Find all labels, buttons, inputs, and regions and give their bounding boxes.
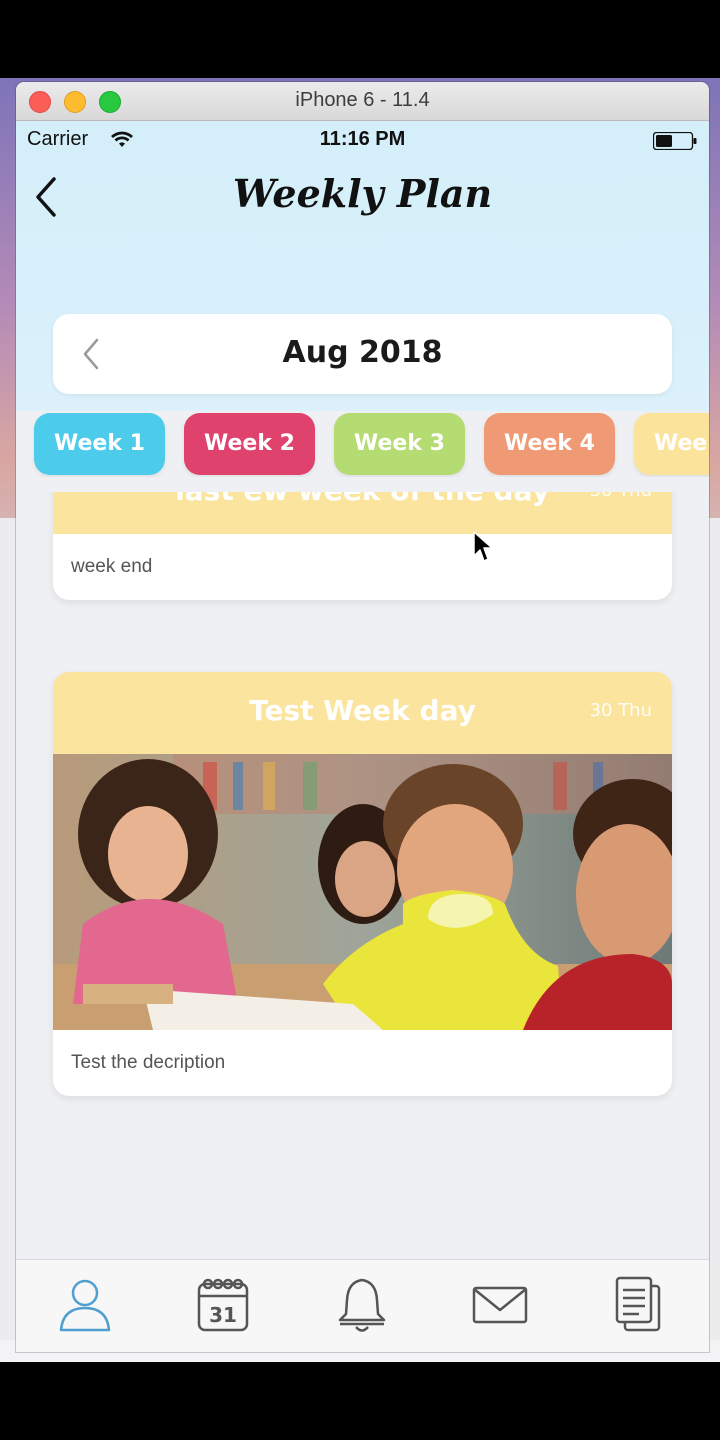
tab-week-2[interactable]: Week 2 <box>184 413 315 475</box>
status-bar: Carrier 11:16 PM <box>16 121 709 159</box>
plan-card[interactable]: last ew week of the day 30 Thu week end <box>53 492 672 600</box>
battery-icon <box>653 132 697 150</box>
tab-bar: 31 <box>16 1259 709 1352</box>
week-label: Week 4 <box>504 431 595 456</box>
calendar-day: 31 <box>209 1303 237 1327</box>
documents-icon[interactable] <box>609 1274 669 1334</box>
tab-week-4[interactable]: Week 4 <box>484 413 615 475</box>
background-window-left <box>0 518 16 1358</box>
simulator-window: iPhone 6 - 11.4 Carrier 11:16 PM Weekly … <box>16 82 709 1352</box>
card-description: week end <box>71 556 153 577</box>
month-selector: Aug 2018 <box>53 314 672 394</box>
card-title: last ew week of the day <box>53 492 672 507</box>
tab-week-3[interactable]: Week 3 <box>334 413 465 475</box>
window-titlebar[interactable]: iPhone 6 - 11.4 <box>16 82 709 121</box>
mouse-cursor-icon <box>473 531 492 562</box>
calendar-icon[interactable]: 31 <box>193 1274 253 1334</box>
card-header: Test Week day 30 Thu <box>53 672 672 754</box>
plan-card[interactable]: Test Week day 30 Thu Test the decription <box>53 672 672 1096</box>
plan-list[interactable]: last ew week of the day 30 Thu week end … <box>16 492 709 1262</box>
classroom-photo <box>53 754 672 1030</box>
page-title: Weekly Plan <box>232 171 493 216</box>
mail-icon[interactable] <box>470 1274 530 1334</box>
month-label: Aug 2018 <box>282 335 443 370</box>
week-tabs: Week 1 Week 2 Week 3 Week 4 Week 5 <box>16 411 709 477</box>
card-header: last ew week of the day 30 Thu <box>53 492 672 534</box>
card-title: Test Week day <box>249 694 476 727</box>
tab-week-5[interactable]: Week 5 <box>634 413 709 475</box>
week-label: Week 5 <box>654 431 709 456</box>
card-date: 30 Thu <box>589 700 652 721</box>
phone-screen: Carrier 11:16 PM Weekly Plan Aug 2018 We… <box>16 121 709 1352</box>
card-date: 30 Thu <box>590 492 652 501</box>
tab-week-1[interactable]: Week 1 <box>34 413 165 475</box>
background-window-right <box>708 518 720 1358</box>
status-time: 11:16 PM <box>319 128 406 150</box>
week-label: Week 1 <box>54 431 145 456</box>
card-description: Test the decription <box>71 1052 226 1073</box>
week-label: Week 3 <box>354 431 445 456</box>
profile-icon[interactable] <box>55 1274 115 1334</box>
week-label: Week 2 <box>204 431 295 456</box>
window-title: iPhone 6 - 11.4 <box>295 89 430 111</box>
bell-icon[interactable] <box>332 1274 392 1334</box>
